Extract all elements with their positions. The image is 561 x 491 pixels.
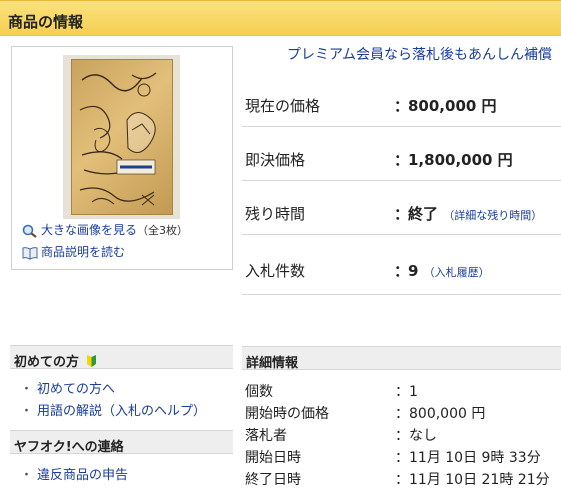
bullet: ・: [20, 404, 34, 419]
contact-section-header: ヤフオク!への連絡: [10, 430, 233, 455]
detail-value: 11月 10日 21時 21分: [409, 472, 550, 488]
beginner-section-title: 初めての方: [14, 355, 80, 370]
detailed-time-link[interactable]: （詳細な残り時間）: [443, 209, 542, 222]
colon: ：: [394, 151, 410, 169]
bid-count-row: 入札件数 ：9 （入札履歴）: [242, 245, 561, 295]
image-count-note: （全3枚）: [137, 224, 189, 237]
report-violation-link[interactable]: ・違反商品の申告: [20, 464, 128, 483]
bid-count-value: 9: [408, 262, 419, 280]
time-left-label: 残り時間: [245, 205, 306, 223]
detail-value-group: ：11月 10日 9時 33分: [395, 447, 541, 467]
detail-row-end-time: 終了日時 ：11月 10日 21時 21分: [245, 468, 561, 490]
colon: ：: [395, 384, 409, 400]
product-photo-frame[interactable]: [63, 55, 180, 219]
detail-row-start-price: 開始時の価格 ：800,000 円: [245, 402, 561, 424]
current-price-label: 現在の価格: [245, 97, 321, 115]
time-left-value-group: ：終了 （詳細な残り時間）: [394, 203, 542, 224]
report-violation-link-text[interactable]: 違反商品の申告: [37, 468, 128, 483]
detail-row-winner: 落札者 ：なし: [245, 424, 561, 446]
enlarge-image-link[interactable]: 大きな画像を見る: [41, 223, 137, 237]
read-description-link-row[interactable]: 商品説明を読む: [22, 243, 125, 260]
glossary-link[interactable]: ・用語の解説（入札のヘルプ）: [20, 400, 206, 419]
detail-value-group: ：11月 10日 21時 21分: [395, 469, 550, 489]
current-price-value-group: ：800,000 円: [394, 95, 497, 116]
buyout-price-label: 即決価格: [245, 151, 306, 169]
current-price-row: 現在の価格 ：800,000 円: [242, 80, 561, 127]
bid-history-link[interactable]: （入札履歴）: [424, 266, 490, 279]
detail-label: 開始時の価格: [245, 406, 329, 422]
detail-label: 個数: [245, 384, 273, 400]
detail-value: 11月 10日 9時 33分: [409, 450, 541, 466]
premium-guarantee-link[interactable]: プレミアム会員なら落札後もあんしん補償: [287, 44, 552, 64]
detail-value-group: ：800,000 円: [395, 403, 485, 423]
buyout-price-row: 即決価格 ：1,800,000 円: [242, 134, 561, 181]
read-description-link[interactable]: 商品説明を読む: [41, 245, 125, 259]
time-left-row: 残り時間 ：終了 （詳細な残り時間）: [242, 188, 561, 235]
colon: ：: [394, 205, 410, 223]
time-left-value: 終了: [408, 205, 439, 223]
detail-value: 800,000 円: [409, 406, 486, 422]
colon: ：: [395, 406, 409, 422]
detail-label: 落札者: [245, 428, 287, 444]
beginner-section-header: 初めての方: [10, 345, 233, 370]
glossary-link-text[interactable]: 用語の解説（入札のヘルプ）: [37, 404, 206, 419]
colon: ：: [394, 262, 410, 280]
product-photo[interactable]: [71, 59, 173, 215]
current-price-value: 800,000 円: [408, 97, 497, 115]
enlarge-image-link-row[interactable]: 大きな画像を見る（全3枚）: [22, 221, 188, 238]
bid-count-label: 入札件数: [245, 262, 306, 280]
colon: ：: [394, 97, 410, 115]
bid-count-value-group: ：9 （入札履歴）: [394, 260, 490, 281]
colon: ：: [395, 450, 409, 466]
details-section-header: 詳細情報: [242, 346, 561, 371]
detail-label: 終了日時: [245, 472, 301, 488]
detail-row-start-time: 開始日時 ：11月 10日 9時 33分: [245, 446, 561, 468]
detail-value-group: ：1: [395, 381, 418, 401]
bullet: ・: [20, 382, 34, 397]
bullet: ・: [20, 468, 34, 483]
section-title: 商品の情報: [8, 13, 84, 31]
buyout-price-value: 1,800,000 円: [408, 151, 513, 169]
signed-board-illustration: [79, 72, 157, 206]
beginner-mark-icon: [86, 355, 96, 367]
colon: ：: [395, 428, 409, 444]
detail-value-group: ：なし: [395, 425, 437, 445]
section-header: 商品の情報: [0, 0, 561, 36]
beginner-guide-link[interactable]: ・初めての方へ: [20, 378, 115, 397]
details-section-title: 詳細情報: [246, 356, 299, 371]
detail-value: 1: [409, 384, 418, 400]
colon: ：: [395, 472, 409, 488]
detail-value: なし: [409, 428, 437, 444]
beginner-guide-link-text[interactable]: 初めての方へ: [37, 382, 115, 397]
detail-label: 開始日時: [245, 450, 301, 466]
book-icon: [22, 246, 38, 260]
image-panel: 大きな画像を見る（全3枚） 商品説明を読む: [11, 46, 233, 270]
contact-section-title: ヤフオク!への連絡: [14, 440, 124, 455]
buyout-price-value-group: ：1,800,000 円: [394, 149, 513, 170]
detail-row-quantity: 個数 ：1: [245, 380, 561, 402]
magnifier-icon: [22, 224, 37, 238]
